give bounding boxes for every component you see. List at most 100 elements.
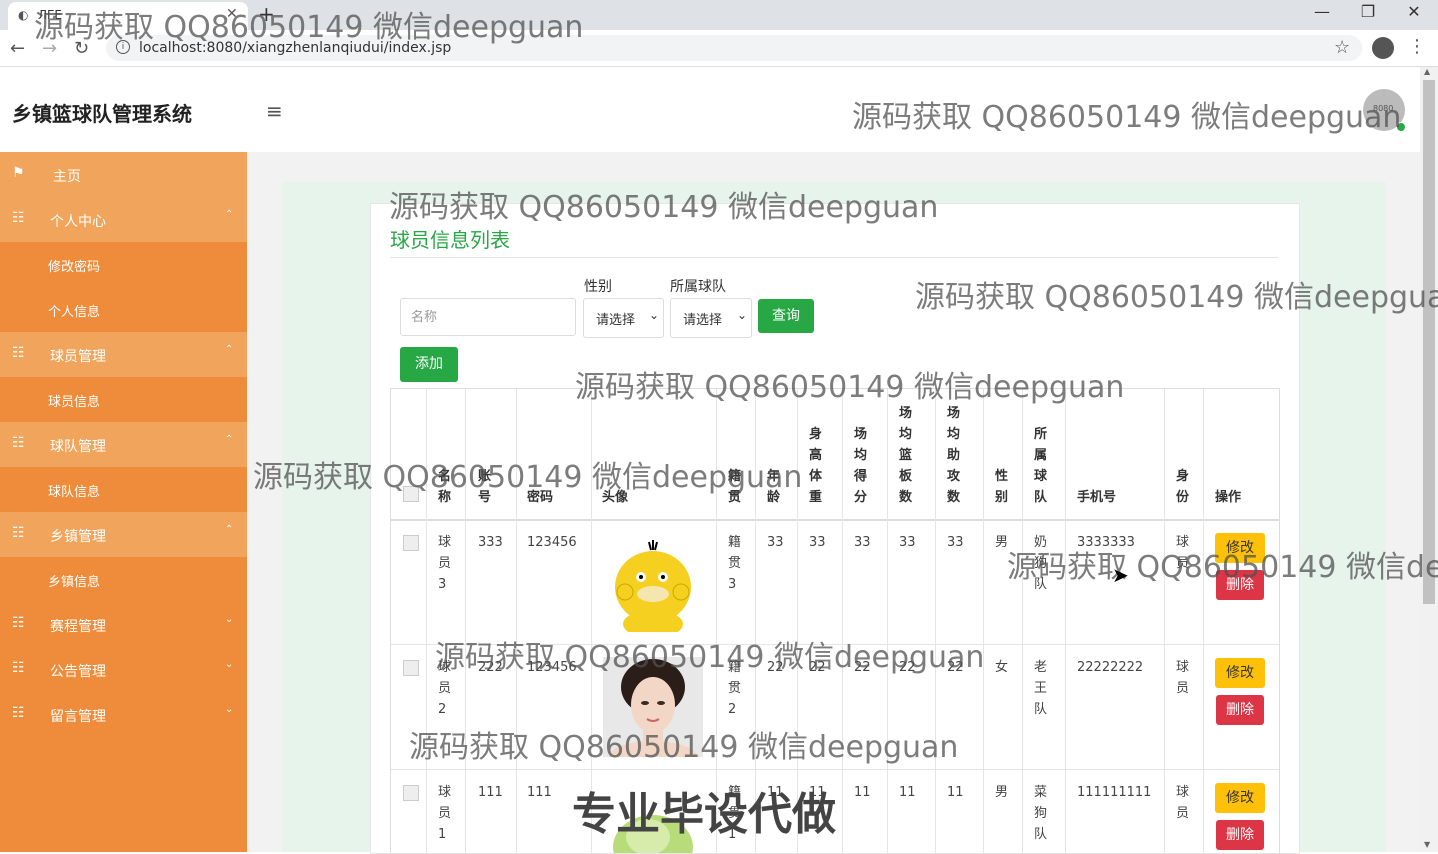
cell-origin: 籍 贯 2 xyxy=(728,660,742,717)
avatar-image-duck xyxy=(603,532,703,632)
select-all-checkbox[interactable] xyxy=(403,486,419,502)
grid-icon: ☷ xyxy=(12,345,25,361)
column-divider xyxy=(1164,389,1165,853)
cell-rebounds: 33 xyxy=(899,535,916,550)
cell-points: 33 xyxy=(854,535,871,550)
row-checkbox[interactable] xyxy=(403,785,419,801)
cell-phone: 3333333 xyxy=(1077,535,1135,550)
gender-select[interactable]: 请选择 ⌄ xyxy=(583,298,664,338)
sidebar-item-town-management[interactable]: ☷ 乡镇管理 ⌃ xyxy=(0,512,247,557)
reload-icon[interactable]: ↻ xyxy=(74,38,89,59)
edit-button[interactable]: 修改 xyxy=(1215,533,1265,563)
sidebar-item-label: 球员信息 xyxy=(48,395,101,410)
bookmark-star-icon[interactable]: ☆ xyxy=(1334,37,1350,58)
forward-icon[interactable]: → xyxy=(42,38,57,59)
add-button[interactable]: 添加 xyxy=(400,347,458,382)
new-tab-icon[interactable]: + xyxy=(258,2,275,26)
cell-height-weight: 33 xyxy=(809,535,826,550)
delete-button[interactable]: 删除 xyxy=(1216,695,1264,725)
sidebar-item-player-info[interactable]: 球员信息 xyxy=(0,377,247,422)
cell-phone: 22222222 xyxy=(1077,660,1144,675)
header-actions: 操作 xyxy=(1215,490,1242,505)
sidebar-item-town-info[interactable]: 乡镇信息 xyxy=(0,557,247,602)
caret-down-icon: ⌄ xyxy=(225,659,234,670)
minimize-icon[interactable]: — xyxy=(1302,2,1342,21)
cell-role: 球 员 xyxy=(1176,535,1190,571)
sidebar-item-label: 球队信息 xyxy=(48,485,101,500)
cell-password: 123456 xyxy=(527,535,577,550)
url-field[interactable]: i localhost:8080/xiangzhenlanqiudui/inde… xyxy=(106,35,1362,61)
sidebar-item-label: 个人信息 xyxy=(48,305,101,320)
sidebar-item-schedule-management[interactable]: ☷ 赛程管理 ⌄ xyxy=(0,602,247,647)
header-password: 密码 xyxy=(527,490,554,505)
cell-origin: 籍 贯 3 xyxy=(728,535,742,592)
cell-name: 球 员 1 xyxy=(438,785,452,842)
app-brand: 乡镇篮球队管理系统 xyxy=(12,102,192,126)
cell-age: 33 xyxy=(767,535,784,550)
caret-up-icon: ⌃ xyxy=(225,524,234,535)
caret-up-icon: ⌃ xyxy=(225,209,234,220)
browser-menu-icon[interactable]: ⋮ xyxy=(1408,36,1426,57)
info-icon[interactable]: i xyxy=(116,40,130,54)
sidebar-item-change-password[interactable]: 修改密码 xyxy=(0,242,247,287)
team-select[interactable]: 请选择 ⌄ xyxy=(670,298,752,338)
sidebar-item-notice-management[interactable]: ☷ 公告管理 ⌄ xyxy=(0,647,247,692)
scrollbar-thumb[interactable] xyxy=(1423,80,1435,604)
sidebar-item-message-management[interactable]: ☷ 留言管理 ⌄ xyxy=(0,692,247,737)
grid-icon: ☷ xyxy=(12,525,25,541)
cell-assists: 22 xyxy=(947,660,964,675)
sidebar-item-label: 球员管理 xyxy=(50,349,106,365)
caret-up-icon: ⌃ xyxy=(225,434,234,445)
restore-icon[interactable]: ❐ xyxy=(1348,2,1388,21)
flag-icon: ⚑ xyxy=(12,165,25,181)
sidebar-item-team-info[interactable]: 球队信息 xyxy=(0,467,247,512)
scroll-up-icon[interactable]: ▲ xyxy=(1424,67,1430,76)
cell-assists: 11 xyxy=(947,785,964,800)
close-window-icon[interactable]: ✕ xyxy=(1394,2,1434,21)
delete-button[interactable]: 删除 xyxy=(1216,820,1264,850)
sidebar-item-label: 留言管理 xyxy=(50,709,106,725)
sidebar-item-label: 乡镇信息 xyxy=(48,575,101,590)
back-icon[interactable]: ← xyxy=(10,38,25,59)
sidebar-item-personal-info[interactable]: 个人信息 xyxy=(0,287,247,332)
gender-label: 性别 xyxy=(584,279,612,295)
divider xyxy=(390,257,1278,258)
cell-points: 22 xyxy=(854,660,871,675)
avatar[interactable]: 8080 xyxy=(1363,89,1406,132)
cell-height-weight: 22 xyxy=(809,660,826,675)
sidebar-item-team-management[interactable]: ☷ 球队管理 ⌃ xyxy=(0,422,247,467)
sidebar-item-label: 主页 xyxy=(53,169,81,185)
header-age: 年 龄 xyxy=(767,469,781,505)
row-checkbox[interactable] xyxy=(403,535,419,551)
scroll-down-icon[interactable]: ▼ xyxy=(1424,840,1430,849)
cell-phone: 111111111 xyxy=(1077,785,1152,800)
header-origin: 籍 贯 xyxy=(728,469,742,505)
caret-up-icon: ⌃ xyxy=(225,344,234,355)
column-divider xyxy=(426,389,427,853)
hamburger-menu-icon[interactable]: ≡ xyxy=(266,99,283,123)
row-divider xyxy=(391,644,1279,645)
query-button[interactable]: 查询 xyxy=(758,299,814,333)
sidebar-item-player-management[interactable]: ☷ 球员管理 ⌃ xyxy=(0,332,247,377)
row-divider xyxy=(391,769,1279,770)
chevron-down-icon: ⌄ xyxy=(736,308,747,322)
edit-button[interactable]: 修改 xyxy=(1215,783,1265,813)
column-divider xyxy=(516,389,517,853)
browser-tab[interactable]: ◐ ЛГЕ ✕ xyxy=(8,2,248,30)
cell-gender: 女 xyxy=(995,660,1009,675)
row-checkbox[interactable] xyxy=(403,660,419,676)
sidebar-item-label: 乡镇管理 xyxy=(50,529,106,545)
profile-icon[interactable] xyxy=(1372,37,1394,59)
search-input[interactable]: 名称 xyxy=(400,298,576,336)
sidebar-item-home[interactable]: ⚑ 主页 xyxy=(0,152,247,197)
grid-icon: ☷ xyxy=(12,615,25,631)
delete-button[interactable]: 删除 xyxy=(1216,570,1264,600)
cell-account: 333 xyxy=(478,535,503,550)
grid-icon: ☷ xyxy=(12,705,25,721)
sidebar-item-personal-center[interactable]: ☷ 个人中心 ⌃ xyxy=(0,197,247,242)
edit-button[interactable]: 修改 xyxy=(1215,658,1265,688)
cell-role: 球 员 xyxy=(1176,785,1190,821)
table-header xyxy=(391,389,1279,521)
cell-account: 111 xyxy=(478,785,503,800)
close-tab-icon[interactable]: ✕ xyxy=(226,6,238,22)
